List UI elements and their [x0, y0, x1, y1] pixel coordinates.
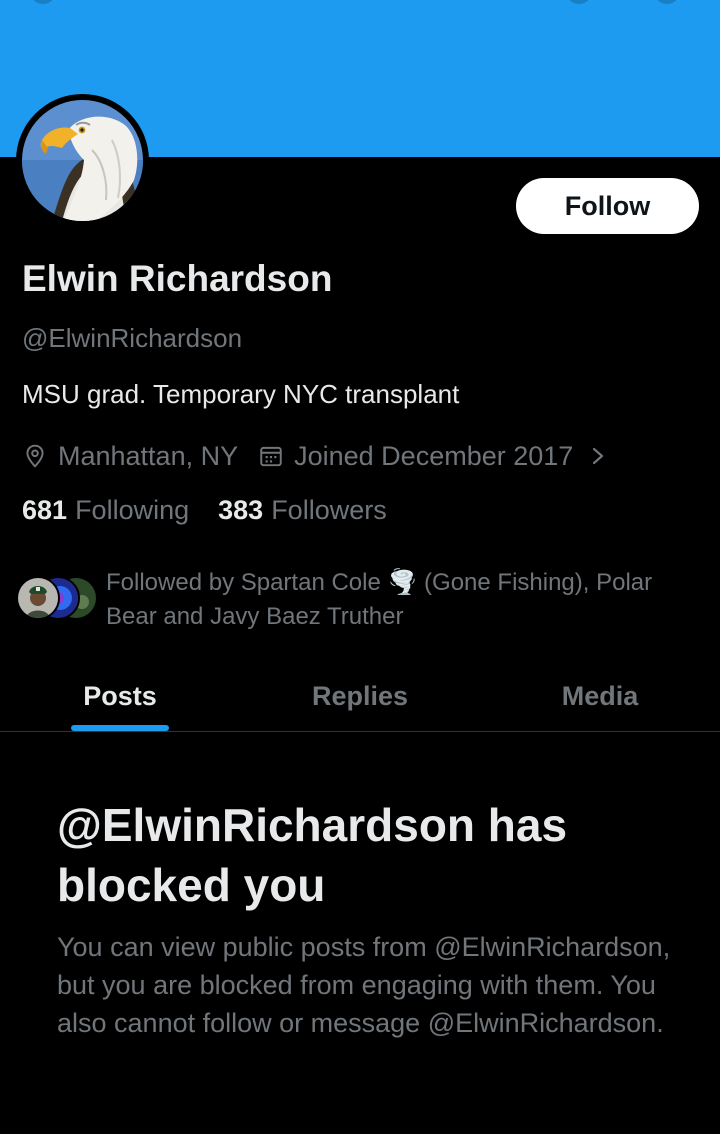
- follow-button[interactable]: Follow: [516, 178, 699, 234]
- tab-media[interactable]: Media: [480, 662, 720, 731]
- profile-stats: 681 Following 383 Followers: [22, 495, 387, 526]
- followers-link[interactable]: 383 Followers: [218, 495, 387, 526]
- following-link[interactable]: 681 Following: [22, 495, 189, 526]
- location-pin-icon: [22, 443, 48, 469]
- blocked-message: You can view public posts from @ElwinRic…: [57, 932, 671, 1038]
- tab-replies-label: Replies: [311, 681, 409, 711]
- following-count: 681: [22, 495, 68, 525]
- blocked-title: @ElwinRichardson has blocked you: [57, 799, 568, 911]
- followers-count: 383: [218, 495, 264, 525]
- following-label: Following: [75, 495, 190, 525]
- avatar: [16, 576, 60, 620]
- tab-posts[interactable]: Posts: [0, 662, 240, 731]
- profile-bio: MSU grad. Temporary NYC transplant: [22, 379, 460, 409]
- status-bar-fragment: [566, 0, 592, 4]
- status-bar-fragment: [654, 0, 680, 4]
- profile-location: Manhattan, NY: [58, 440, 239, 471]
- eagle-avatar: [22, 100, 143, 221]
- followers-label: Followers: [271, 495, 387, 525]
- profile-tabs: Posts Replies Media: [0, 662, 720, 732]
- followed-by-text: Followed by Spartan Cole 🌪️ (Gone Fishin…: [106, 569, 653, 630]
- tab-media-label: Media: [561, 681, 639, 711]
- status-bar-fragment: [30, 0, 56, 4]
- calendar-icon: [258, 443, 284, 469]
- tab-posts-label: Posts: [83, 681, 157, 711]
- profile-name: Elwin Richardson: [22, 258, 333, 299]
- chevron-right-icon[interactable]: [587, 443, 609, 469]
- followed-by-avatars: [16, 576, 98, 620]
- followed-by[interactable]: Followed by Spartan Cole 🌪️ (Gone Fishin…: [16, 566, 706, 638]
- avatar[interactable]: [16, 94, 149, 227]
- profile-page: Follow Elwin Richardson @ElwinRichardson…: [0, 0, 720, 1134]
- profile-joined: Joined December 2017: [294, 440, 574, 471]
- tab-replies[interactable]: Replies: [240, 662, 480, 731]
- active-tab-indicator: [71, 725, 169, 731]
- profile-meta[interactable]: Manhattan, NY Joined December 2017: [22, 438, 609, 474]
- profile-handle: @ElwinRichardson: [22, 323, 243, 353]
